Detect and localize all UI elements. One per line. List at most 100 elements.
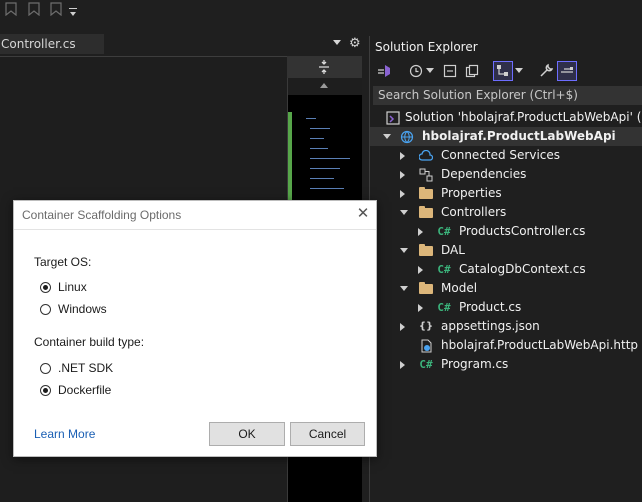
switch-views-icon[interactable] [374, 61, 394, 81]
radio-button[interactable] [40, 281, 51, 293]
cancel-button[interactable]: Cancel [290, 422, 365, 446]
dialog-divider [14, 229, 376, 230]
folder-icon [418, 205, 434, 220]
minimap-line [310, 158, 350, 159]
minimap-line [310, 148, 328, 149]
dialog-title: Container Scaffolding Options [22, 208, 182, 222]
tree-item[interactable]: Dependencies [370, 165, 642, 184]
chevron-down-icon[interactable] [400, 210, 408, 215]
tree-item-label: Solution 'hbolajraf.ProductLabWebApi' (1… [405, 110, 642, 124]
solution-explorer-title: Solution Explorer [375, 40, 478, 54]
container-scaffolding-dialog: Container Scaffolding Options ✕ Target O… [13, 200, 377, 457]
tree-item-label: CatalogDbContext.cs [459, 262, 586, 276]
minimap-line [310, 178, 334, 179]
dependencies-icon [418, 167, 434, 182]
radio-dotnet-sdk[interactable]: .NET SDK [40, 360, 113, 376]
radio-button[interactable] [40, 362, 51, 374]
wrench-icon[interactable] [536, 61, 556, 81]
chevron-right-icon[interactable] [418, 304, 423, 312]
history-icon[interactable] [406, 61, 426, 81]
radio-button[interactable] [40, 303, 51, 315]
chevron-down-icon[interactable] [400, 286, 408, 291]
ok-button[interactable]: OK [209, 422, 285, 446]
bookmark-prev-icon[interactable] [49, 2, 63, 16]
preview-selected-items-icon[interactable] [557, 61, 577, 81]
tree-item[interactable]: C# CatalogDbContext.cs [370, 260, 642, 279]
minimap-line [310, 128, 330, 129]
split-editor-handle[interactable] [287, 56, 362, 78]
tree-item[interactable]: C# ProductsController.cs [370, 222, 642, 241]
chevron-down-icon[interactable] [400, 248, 408, 253]
folder-icon [418, 243, 434, 258]
tree-item-label: appsettings.json [441, 319, 540, 333]
minimap-line [310, 168, 340, 169]
csharp-file-icon: C# [437, 225, 451, 238]
minimap-line [310, 138, 324, 139]
radio-button[interactable] [40, 384, 51, 396]
show-all-files-icon[interactable] [462, 61, 482, 81]
tree-item[interactable]: C# Product.cs [370, 298, 642, 317]
chevron-right-icon[interactable] [418, 228, 423, 236]
tree-item-label: Model [441, 281, 478, 295]
minimap-line [306, 118, 316, 119]
radio-windows[interactable]: Windows [40, 301, 107, 317]
csharp-file-icon: C# [419, 358, 433, 371]
solution-explorer: Solution Explorer Search Solution Explor… [369, 36, 642, 502]
learn-more-link[interactable]: Learn More [34, 427, 95, 441]
tree-item-label: Dependencies [441, 167, 527, 181]
web-project-icon [399, 129, 415, 144]
chevron-right-icon[interactable] [418, 266, 423, 274]
tree-item[interactable]: hbolajraf.ProductLabWebApi [370, 127, 642, 146]
tree-item[interactable]: Model [370, 279, 642, 298]
tree-item[interactable]: DAL [370, 241, 642, 260]
tree-item-label: hbolajraf.ProductLabWebApi.http [441, 338, 639, 352]
tree-item[interactable]: Controllers [370, 203, 642, 222]
chevron-right-icon[interactable] [400, 152, 405, 160]
chevron-right-icon[interactable] [400, 190, 405, 198]
solution-explorer-search-input[interactable]: Search Solution Explorer (Ctrl+$) [373, 86, 642, 105]
chevron-right-icon[interactable] [400, 361, 405, 369]
tree-item-label: hbolajraf.ProductLabWebApi [422, 129, 616, 143]
chevron-right-icon[interactable] [400, 171, 405, 179]
collapse-all-icon[interactable] [440, 61, 460, 81]
scroll-up-icon[interactable] [320, 83, 328, 88]
chevron-down-icon[interactable] [383, 134, 391, 139]
folder-icon [418, 281, 434, 296]
sync-with-active-document-icon[interactable] [493, 61, 513, 81]
solution-explorer-toolbar [370, 60, 642, 84]
tree-item[interactable]: C# Program.cs [370, 355, 642, 374]
chevron-right-icon[interactable] [400, 323, 405, 331]
radio-label: .NET SDK [58, 361, 114, 375]
gear-icon[interactable]: ⚙ [349, 36, 361, 51]
tree-item-label: ProductsController.cs [459, 224, 586, 238]
tree-item[interactable]: Properties [370, 184, 642, 203]
main-toolbar [0, 0, 642, 34]
filter-dropdown-icon[interactable] [513, 61, 525, 81]
tab-list-dropdown-icon[interactable] [333, 40, 341, 45]
toolbar-overflow-icon[interactable] [69, 8, 77, 18]
target-os-label: Target OS: [34, 255, 92, 269]
radio-linux[interactable]: Linux [40, 279, 87, 295]
radio-label: Linux [58, 280, 87, 294]
tree-item-label: Controllers [441, 205, 507, 219]
tree-item[interactable]: hbolajraf.ProductLabWebApi.http [370, 336, 642, 355]
tree-item-label: Connected Services [441, 148, 561, 162]
tree-item-label: Properties [441, 186, 502, 200]
document-tab[interactable]: Controller.cs [0, 34, 104, 54]
solution-icon [385, 110, 401, 125]
document-tab-strip: Controller.cs ⚙ [0, 34, 368, 56]
tree-item[interactable]: {} appsettings.json [370, 317, 642, 336]
http-file-icon [418, 338, 434, 353]
bookmark-next-icon[interactable] [27, 2, 41, 16]
bookmark-icon[interactable] [4, 2, 18, 16]
build-type-label: Container build type: [34, 335, 145, 349]
tree-item[interactable]: Solution 'hbolajraf.ProductLabWebApi' (1… [370, 108, 642, 127]
tree-item[interactable]: Connected Services [370, 146, 642, 165]
radio-label: Dockerfile [58, 383, 112, 397]
radio-dockerfile[interactable]: Dockerfile [40, 382, 111, 398]
tree-item-label: Program.cs [441, 357, 509, 371]
json-file-icon: {} [418, 321, 434, 332]
history-dropdown-icon[interactable] [424, 61, 436, 81]
split-icon [319, 60, 329, 74]
close-icon[interactable]: ✕ [355, 206, 371, 222]
